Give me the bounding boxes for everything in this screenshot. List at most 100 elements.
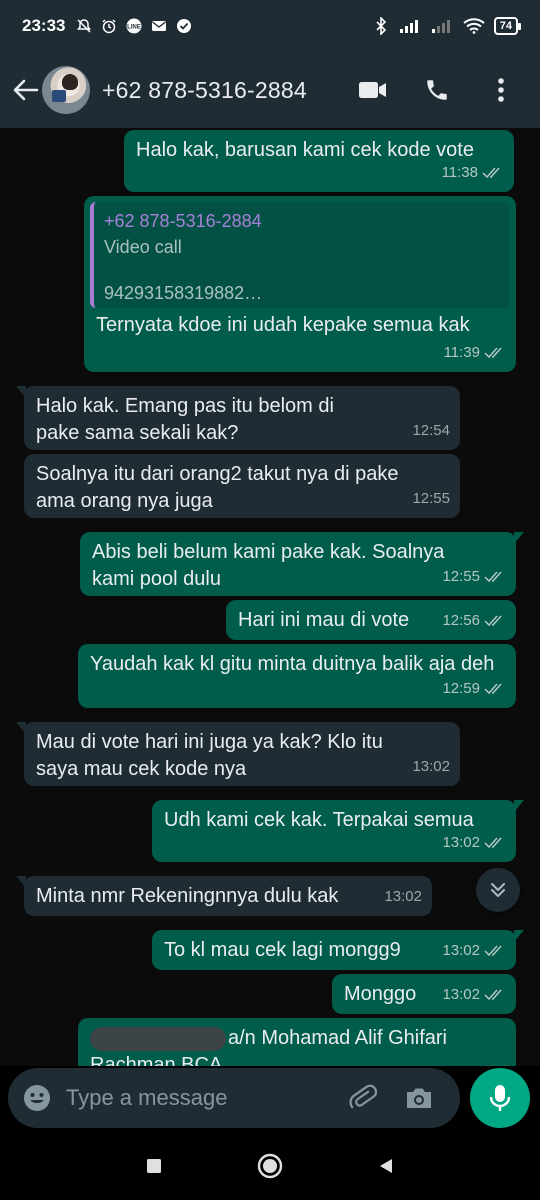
- chat-messages[interactable]: Halo kak, barusan kami cek kode vote 11:…: [0, 128, 540, 1066]
- message-text: To kl mau cek lagi mongg9: [164, 939, 401, 961]
- message-time: 13:02: [442, 986, 480, 1003]
- message-text: Udh kami cek kak. Terpakai semua: [164, 809, 474, 831]
- message-incoming[interactable]: Soalnya itu dari orang2 takut nya di pak…: [24, 454, 460, 518]
- message-meta: 12:56: [442, 607, 506, 634]
- double-check-icon: [484, 837, 502, 848]
- home-button[interactable]: [256, 1152, 284, 1180]
- scroll-down-button[interactable]: [476, 868, 520, 912]
- check-circle-icon: [175, 17, 193, 35]
- message-text: Monggo: [344, 983, 417, 1005]
- double-check-icon: [484, 615, 502, 626]
- message-text: Halo kak. Emang pas itu belom di pake sa…: [36, 395, 334, 444]
- message-incoming[interactable]: Halo kak. Emang pas itu belom di pake sa…: [16, 386, 460, 450]
- message-time: 12:54: [412, 422, 450, 439]
- emoji-button[interactable]: [20, 1081, 54, 1115]
- message-time: 11:39: [443, 344, 480, 361]
- status-time: 23:33: [22, 16, 66, 35]
- more-options-button[interactable]: [484, 73, 518, 107]
- double-check-icon: [484, 989, 502, 1000]
- status-bar: 23:33 LINE 74: [0, 0, 540, 52]
- message-time: 12:55: [412, 490, 450, 507]
- message-meta: 13:02: [412, 753, 450, 780]
- voice-call-button[interactable]: [420, 73, 454, 107]
- message-input[interactable]: [66, 1085, 336, 1111]
- triangle-back-icon: [380, 1159, 392, 1173]
- message-outgoing[interactable]: Yaudah kak kl gitu minta duitnya balik a…: [78, 644, 516, 708]
- message-meta: 12:55: [442, 563, 506, 590]
- quoted-text: Video call: [104, 237, 182, 257]
- avatar[interactable]: [42, 66, 90, 114]
- back-nav-button[interactable]: [372, 1152, 400, 1180]
- recents-button[interactable]: [140, 1152, 168, 1180]
- message-meta: 13:02: [384, 883, 422, 910]
- double-check-icon: [482, 167, 500, 178]
- message-text: Soalnya itu dari orang2 takut nya di pak…: [36, 463, 399, 512]
- message-time: 13:02: [442, 942, 480, 959]
- message-incoming[interactable]: Mau di vote hari ini juga ya kak? Klo it…: [16, 722, 460, 786]
- message-outgoing[interactable]: Udh kami cek kak. Terpakai semua 13:02: [152, 800, 524, 862]
- message-outgoing[interactable]: Abis beli belum kami pake kak. Soalnya k…: [80, 532, 524, 596]
- message-outgoing[interactable]: Hari ini mau di vote 12:56: [226, 600, 516, 640]
- line-app-icon: LINE: [125, 17, 143, 35]
- composer-bar: [0, 1066, 540, 1132]
- message-meta: 12:59: [442, 675, 506, 702]
- message-meta: 13:02: [442, 981, 506, 1008]
- message-meta: 11:39: [444, 339, 506, 366]
- message-meta: 13:02: [442, 937, 506, 964]
- emoji-icon: [24, 1085, 50, 1111]
- square-icon: [147, 1159, 161, 1173]
- svg-text:LINE: LINE: [128, 25, 142, 31]
- double-check-icon: [484, 683, 502, 694]
- more-options-icon: [498, 78, 504, 102]
- camera-icon: [407, 1088, 431, 1108]
- message-outgoing[interactable]: To kl mau cek lagi mongg9 13:02: [152, 930, 524, 970]
- bluetooth-icon: [372, 17, 390, 35]
- attach-button[interactable]: [346, 1081, 380, 1115]
- message-time: 13:02: [412, 758, 450, 775]
- message-meta: 12:54: [412, 417, 450, 444]
- composer-pill: [8, 1068, 460, 1128]
- status-icons-right: 74: [372, 17, 522, 35]
- message-text: Yaudah kak kl gitu minta duitnya balik a…: [90, 653, 495, 675]
- message-outgoing[interactable]: +62 878-5316-2884 Video call 94293158319…: [84, 196, 516, 372]
- message-time: 13:02: [384, 888, 422, 905]
- message-outgoing[interactable]: Monggo 13:02: [332, 974, 516, 1014]
- message-text: Ternyata kdoe ini udah kepake semua kak: [96, 314, 470, 336]
- message-incoming[interactable]: Minta nmr Rekeningnnya dulu kak 13:02: [16, 876, 432, 916]
- double-check-icon: [484, 571, 502, 582]
- bell-off-icon: [75, 17, 93, 35]
- message-text: Abis beli belum kami pake kak. Soalnya k…: [92, 541, 445, 590]
- double-check-icon: [484, 945, 502, 956]
- signal-2-icon: [430, 17, 454, 35]
- message-meta: 12:55: [412, 485, 450, 512]
- message-outgoing[interactable]: Halo kak, barusan kami cek kode vote 11:…: [124, 130, 514, 192]
- signal-icon: [398, 17, 422, 35]
- message-text: Minta nmr Rekeningnnya dulu kak: [36, 885, 339, 907]
- redacted-block: [90, 1026, 226, 1051]
- paperclip-icon: [349, 1084, 378, 1109]
- arrow-left-icon: [13, 79, 39, 101]
- quoted-message[interactable]: +62 878-5316-2884 Video call 94293158319…: [90, 202, 510, 308]
- microphone-icon: [489, 1085, 511, 1111]
- message-meta: 11:38: [442, 159, 504, 186]
- message-time: 11:38: [441, 164, 478, 181]
- mail-icon: [150, 17, 168, 35]
- mic-button[interactable]: [470, 1068, 530, 1128]
- back-button[interactable]: [6, 70, 46, 110]
- video-call-button[interactable]: [356, 73, 390, 107]
- message-outgoing[interactable]: a/n Mohamad Alif Ghifari Rachman BCA: [78, 1018, 516, 1066]
- status-icons-left: LINE: [75, 17, 193, 35]
- chevron-double-down-icon: [491, 883, 505, 897]
- message-time: 13:02: [442, 834, 480, 851]
- alarm-icon: [100, 17, 118, 35]
- double-check-icon: [484, 347, 502, 358]
- quoted-code: 94293158319882…: [104, 283, 263, 303]
- chat-header: +62 878-5316-2884: [0, 52, 540, 128]
- message-meta: 13:02: [442, 829, 506, 856]
- camera-button[interactable]: [402, 1081, 436, 1115]
- phone-icon: [427, 80, 447, 100]
- circle-icon: [257, 1153, 283, 1179]
- message-text: Mau di vote hari ini juga ya kak? Klo it…: [36, 731, 383, 780]
- message-time: 12:55: [442, 568, 480, 585]
- contact-name[interactable]: +62 878-5316-2884: [102, 77, 307, 104]
